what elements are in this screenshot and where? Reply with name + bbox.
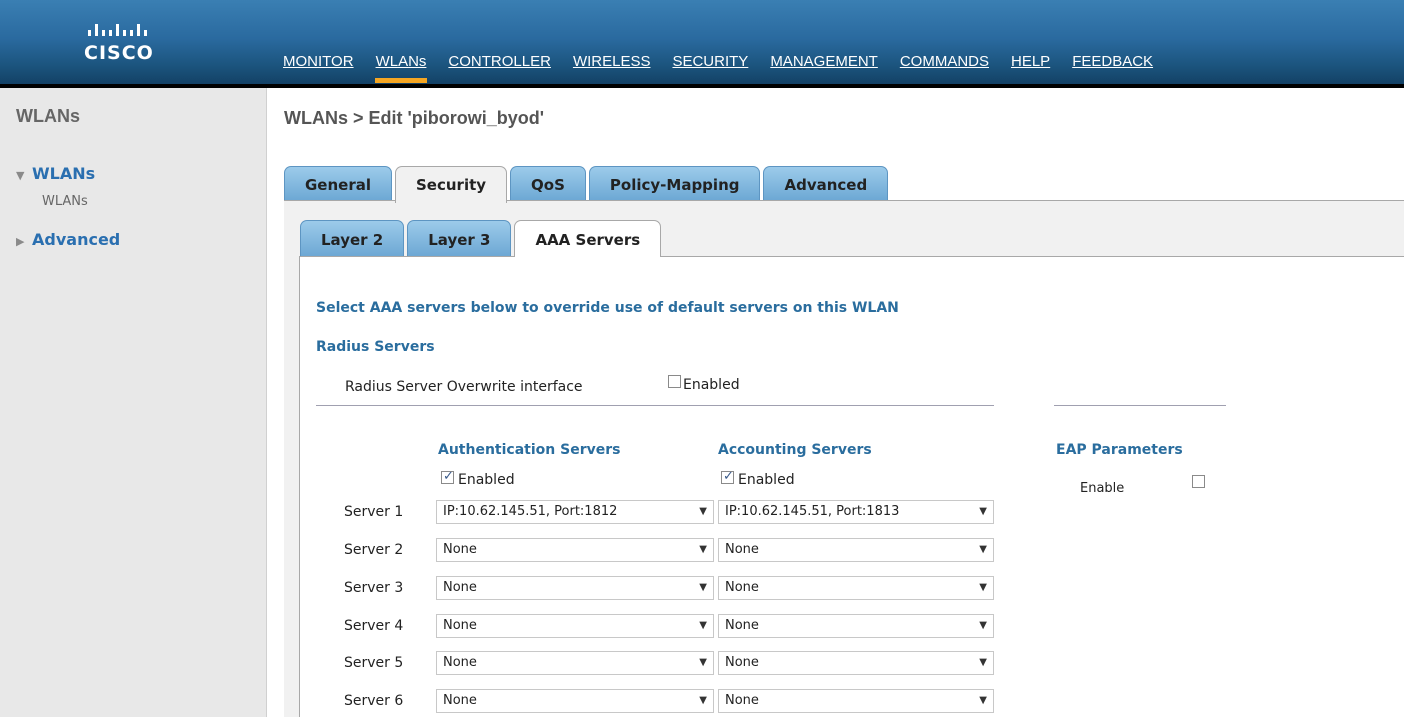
tab-policy-mapping[interactable]: Policy-Mapping: [588, 166, 761, 200]
main-tabs: General Security QoS Policy-Mapping Adva…: [284, 166, 889, 203]
sidebar-subitem-wlans[interactable]: WLANs: [42, 194, 88, 209]
auth-server-1-select[interactable]: IP:10.62.145.51, Port:1812 ▼: [436, 500, 714, 524]
select-value: None: [443, 542, 477, 557]
aaa-intro: Select AAA servers below to override use…: [316, 300, 899, 316]
dropdown-arrow-icon: ▼: [979, 582, 987, 593]
server-label: Server 3: [344, 580, 404, 596]
dropdown-arrow-icon: ▼: [979, 506, 987, 517]
nav-monitor[interactable]: MONITOR: [272, 50, 365, 86]
dropdown-arrow-icon: ▼: [699, 544, 707, 555]
sidebar-item-advanced[interactable]: ▶ Advanced: [16, 230, 120, 249]
subtab-layer2[interactable]: Layer 2: [300, 220, 405, 256]
acct-enabled-checkbox[interactable]: [721, 468, 734, 484]
acct-enabled-label: Enabled: [738, 472, 795, 488]
nav-security[interactable]: SECURITY: [661, 50, 759, 86]
triangle-right-icon: ▶: [16, 235, 25, 248]
page-title: WLANs > Edit 'piborowi_byod': [284, 108, 545, 128]
dropdown-arrow-icon: ▼: [979, 620, 987, 631]
section-divider: [316, 405, 994, 406]
dropdown-arrow-icon: ▼: [699, 582, 707, 593]
eap-divider: [1054, 405, 1226, 406]
select-value: None: [725, 580, 759, 595]
nav-wireless[interactable]: WIRELESS: [562, 50, 662, 86]
acct-server-6-select[interactable]: None ▼: [718, 689, 994, 713]
select-value: None: [725, 693, 759, 708]
acct-servers-heading: Accounting Servers: [718, 442, 872, 458]
auth-server-3-select[interactable]: None ▼: [436, 576, 714, 600]
eap-enable-checkbox[interactable]: [1192, 475, 1205, 488]
auth-servers-heading: Authentication Servers: [438, 442, 621, 458]
nav-management[interactable]: MANAGEMENT: [759, 50, 889, 86]
top-nav: MONITOR WLANs CONTROLLER WIRELESS SECURI…: [272, 50, 1164, 86]
nav-commands[interactable]: COMMANDS: [889, 50, 1000, 86]
auth-server-5-select[interactable]: None ▼: [436, 651, 714, 675]
select-value: None: [725, 618, 759, 633]
overwrite-interface-label: Radius Server Overwrite interface: [345, 379, 583, 395]
nav-help[interactable]: HELP: [1000, 50, 1061, 86]
radius-servers-heading: Radius Servers: [316, 339, 435, 355]
nav-feedback[interactable]: FEEDBACK: [1061, 50, 1164, 86]
sub-tabs: Layer 2 Layer 3 AAA Servers: [300, 220, 662, 257]
select-value: None: [443, 655, 477, 670]
select-value: None: [725, 542, 759, 557]
select-value: IP:10.62.145.51, Port:1812: [443, 504, 618, 519]
auth-enabled-checkbox[interactable]: [441, 468, 454, 484]
top-header: CISCO MONITOR WLANs CONTROLLER WIRELESS …: [0, 0, 1404, 86]
dropdown-arrow-icon: ▼: [979, 657, 987, 668]
tab-advanced[interactable]: Advanced: [763, 166, 889, 200]
dropdown-arrow-icon: ▼: [699, 657, 707, 668]
tab-general[interactable]: General: [284, 166, 392, 200]
server-label: Server 5: [344, 655, 404, 671]
subtab-layer3[interactable]: Layer 3: [407, 220, 512, 256]
sidebar-item-label: WLANs: [32, 164, 96, 183]
select-value: None: [443, 693, 477, 708]
acct-server-1-select[interactable]: IP:10.62.145.51, Port:1813 ▼: [718, 500, 994, 524]
server-label: Server 1: [344, 504, 404, 520]
sidebar-item-wlans[interactable]: ▼ WLANs: [16, 164, 95, 183]
auth-enabled-label: Enabled: [458, 472, 515, 488]
dropdown-arrow-icon: ▼: [979, 695, 987, 706]
eap-parameters-heading: EAP Parameters: [1056, 442, 1183, 458]
auth-server-6-select[interactable]: None ▼: [436, 689, 714, 713]
triangle-down-icon: ▼: [16, 169, 25, 182]
sidebar-title: WLANs: [16, 106, 80, 126]
dropdown-arrow-icon: ▼: [979, 544, 987, 555]
dropdown-arrow-icon: ▼: [699, 695, 707, 706]
acct-server-3-select[interactable]: None ▼: [718, 576, 994, 600]
cisco-logo: CISCO: [84, 12, 184, 72]
eap-enable-label: Enable: [1080, 481, 1125, 496]
select-value: None: [443, 618, 477, 633]
brand-name: CISCO: [84, 42, 154, 64]
select-value: IP:10.62.145.51, Port:1813: [725, 504, 900, 519]
tab-security[interactable]: Security: [395, 166, 508, 203]
server-label: Server 6: [344, 693, 404, 709]
acct-server-2-select[interactable]: None ▼: [718, 538, 994, 562]
auth-server-2-select[interactable]: None ▼: [436, 538, 714, 562]
nav-controller[interactable]: CONTROLLER: [437, 50, 562, 86]
overwrite-interface-checkbox[interactable]: [668, 375, 681, 388]
auth-server-4-select[interactable]: None ▼: [436, 614, 714, 638]
sidebar: WLANs ▼ WLANs WLANs ▶ Advanced: [0, 88, 267, 717]
sidebar-item-label: Advanced: [32, 230, 121, 249]
tab-qos[interactable]: QoS: [510, 166, 586, 200]
overwrite-enabled-label: Enabled: [683, 377, 740, 393]
acct-server-5-select[interactable]: None ▼: [718, 651, 994, 675]
nav-wlans[interactable]: WLANs: [365, 50, 438, 86]
select-value: None: [443, 580, 477, 595]
dropdown-arrow-icon: ▼: [699, 506, 707, 517]
subtab-aaa-servers[interactable]: AAA Servers: [514, 220, 662, 257]
select-value: None: [725, 655, 759, 670]
server-label: Server 2: [344, 542, 404, 558]
acct-server-4-select[interactable]: None ▼: [718, 614, 994, 638]
dropdown-arrow-icon: ▼: [699, 620, 707, 631]
server-label: Server 4: [344, 618, 404, 634]
cisco-bars-icon: [88, 12, 184, 36]
